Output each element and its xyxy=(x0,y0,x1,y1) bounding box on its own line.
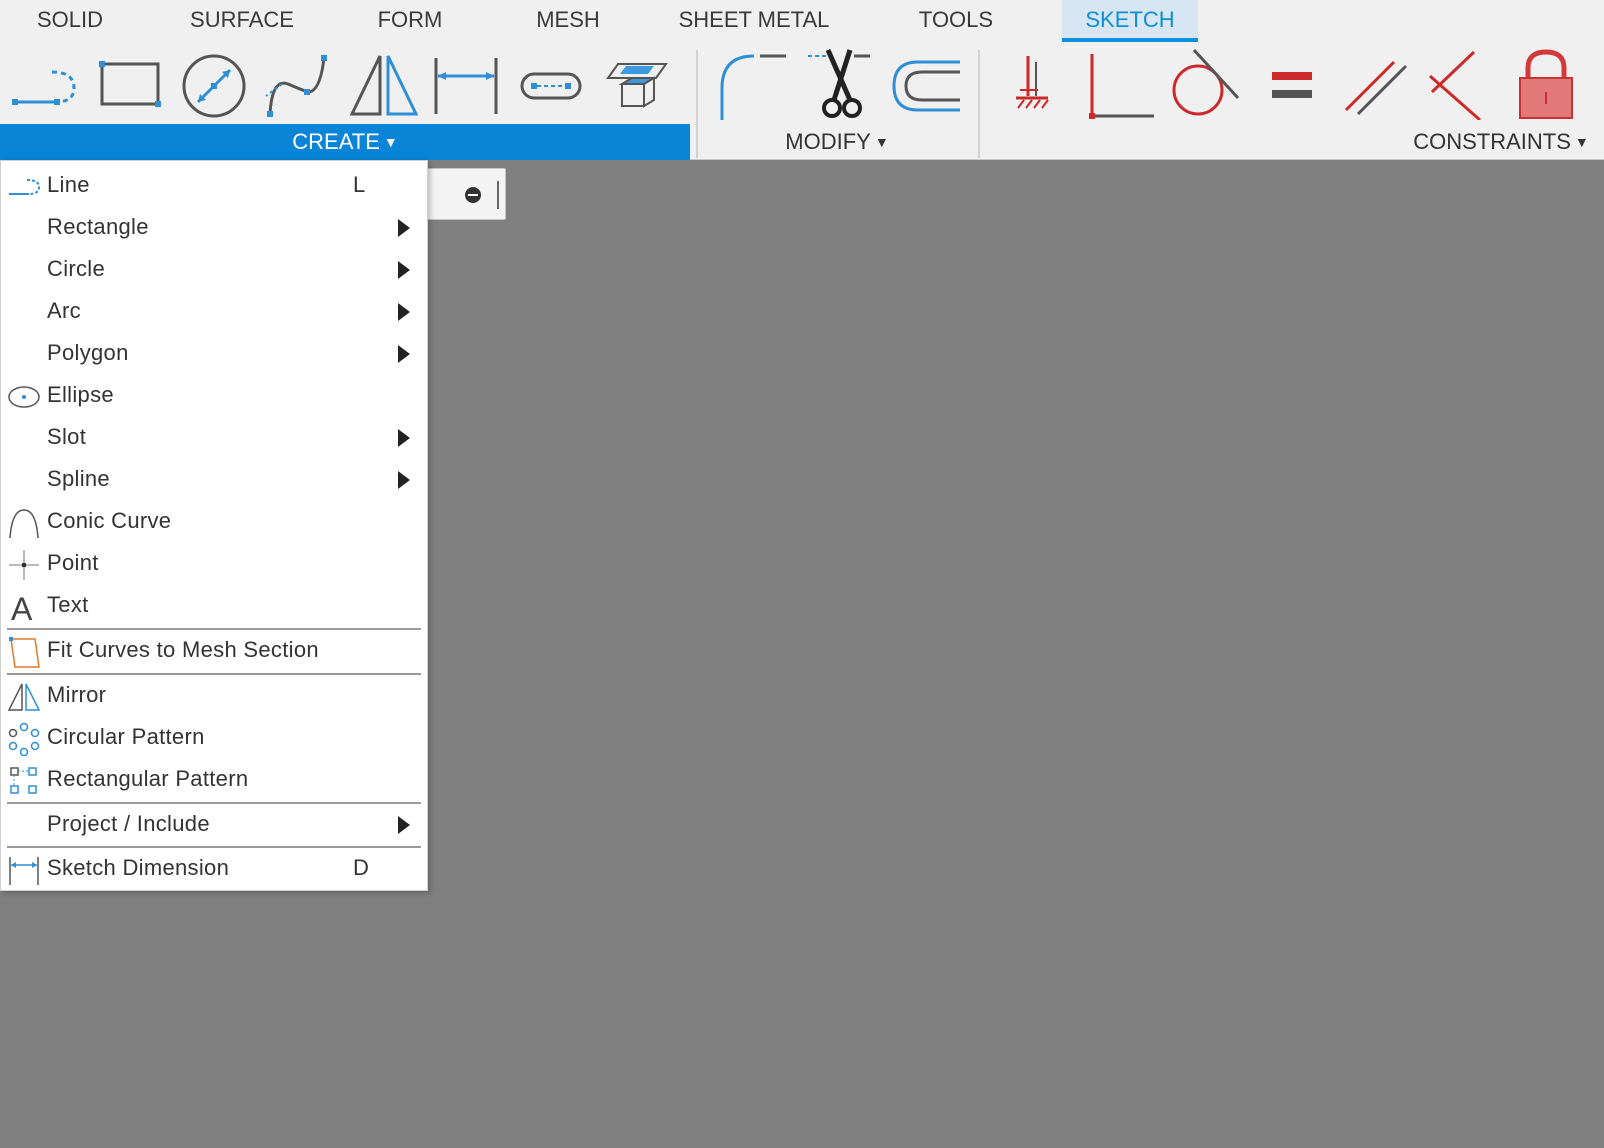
menu-item-sketch-dimension[interactable]: Sketch Dimension D xyxy=(1,848,429,890)
mirror-icon xyxy=(7,680,41,714)
tab-form[interactable]: FORM xyxy=(360,0,460,42)
dropdown-caret-icon: ▼ xyxy=(383,134,398,150)
create-dropdown-menu: Line L Rectangle Circle Arc Polygon Elli… xyxy=(0,160,428,891)
rectangular-pattern-icon xyxy=(7,764,41,798)
line-icon xyxy=(7,170,41,204)
mirror-tool-icon[interactable] xyxy=(348,48,420,120)
offset-tool-icon[interactable] xyxy=(890,48,962,120)
tangent-constraint-icon[interactable] xyxy=(1168,48,1240,120)
menu-item-conic-curve[interactable]: Conic Curve xyxy=(1,501,429,543)
grip-handle[interactable] xyxy=(497,181,499,209)
submenu-arrow-icon xyxy=(398,219,410,237)
submenu-arrow-icon xyxy=(398,816,410,834)
coincident-constraint-icon[interactable] xyxy=(1424,48,1496,120)
tab-tools[interactable]: TOOLS xyxy=(906,0,1006,42)
svg-text:A: A xyxy=(11,591,33,624)
trim-tool-icon[interactable] xyxy=(804,48,876,120)
line-tool-icon[interactable] xyxy=(8,48,80,120)
menu-item-project-include[interactable]: Project / Include xyxy=(1,804,429,846)
menu-item-line[interactable]: Line L xyxy=(1,165,429,207)
menu-item-fit-curves[interactable]: Fit Curves to Mesh Section xyxy=(1,630,429,672)
point-icon xyxy=(7,548,41,582)
circle-tool-icon[interactable] xyxy=(178,48,250,120)
fillet-tool-icon[interactable] xyxy=(716,48,788,120)
modify-menu-button[interactable]: MODIFY ▼ xyxy=(752,124,922,160)
tab-mesh[interactable]: MESH xyxy=(518,0,618,42)
submenu-arrow-icon xyxy=(398,303,410,321)
spline-tool-icon[interactable] xyxy=(262,48,334,120)
perpendicular-constraint-icon[interactable] xyxy=(1084,48,1156,120)
menu-item-ellipse[interactable]: Ellipse xyxy=(1,375,429,417)
ribbon-separator xyxy=(696,50,698,158)
menu-item-polygon[interactable]: Polygon xyxy=(1,333,429,375)
dropdown-caret-icon: ▼ xyxy=(874,134,889,150)
slot-tool-icon[interactable] xyxy=(514,48,586,120)
tab-surface[interactable]: SURFACE xyxy=(180,0,304,42)
menu-item-circular-pattern[interactable]: Circular Pattern xyxy=(1,717,429,759)
submenu-arrow-icon xyxy=(398,471,410,489)
constraints-menu-button[interactable]: CONSTRAINTS ▼ xyxy=(1406,124,1596,160)
menu-item-circle[interactable]: Circle xyxy=(1,249,429,291)
menu-item-mirror[interactable]: Mirror xyxy=(1,675,429,717)
project-tool-icon[interactable] xyxy=(604,48,676,120)
menu-item-text[interactable]: A Text xyxy=(1,585,429,627)
ribbon-separator xyxy=(978,50,980,158)
sketch-dimension-icon xyxy=(7,853,41,887)
submenu-arrow-icon xyxy=(398,345,410,363)
submenu-arrow-icon xyxy=(398,429,410,447)
create-menu-button[interactable]: CREATE ▼ xyxy=(0,124,690,160)
collapse-icon[interactable] xyxy=(465,187,481,203)
equal-constraint-icon[interactable] xyxy=(1256,48,1328,120)
text-icon: A xyxy=(7,590,41,627)
submenu-arrow-icon xyxy=(398,261,410,279)
menu-item-arc[interactable]: Arc xyxy=(1,291,429,333)
sketch-ribbon: CREATE ▼ MODIFY ▼ CONSTRAINTS ▼ xyxy=(0,42,1604,160)
lock-icon[interactable] xyxy=(1510,48,1582,120)
rectangle-tool-icon[interactable] xyxy=(92,48,164,120)
parallel-constraint-icon[interactable] xyxy=(1340,48,1412,120)
tab-sketch[interactable]: SKETCH xyxy=(1062,0,1198,42)
fix-constraint-icon[interactable] xyxy=(998,48,1070,120)
menu-item-point[interactable]: Point xyxy=(1,543,429,585)
tab-solid[interactable]: SOLID xyxy=(14,0,126,42)
ellipse-icon xyxy=(7,380,41,414)
menu-item-spline[interactable]: Spline xyxy=(1,459,429,501)
sketch-palette-toggle[interactable] xyxy=(420,168,506,220)
menu-item-rectangle[interactable]: Rectangle xyxy=(1,207,429,249)
circular-pattern-icon xyxy=(7,722,41,757)
workspace-tab-bar: SOLID SURFACE FORM MESH SHEET METAL TOOL… xyxy=(0,0,1604,42)
conic-curve-icon xyxy=(7,506,41,540)
dropdown-caret-icon: ▼ xyxy=(1574,134,1589,150)
fit-curves-icon xyxy=(7,635,41,669)
dimension-tool-icon[interactable] xyxy=(430,48,502,120)
tab-sheet-metal[interactable]: SHEET METAL xyxy=(672,0,836,42)
menu-item-slot[interactable]: Slot xyxy=(1,417,429,459)
menu-item-rectangular-pattern[interactable]: Rectangular Pattern xyxy=(1,759,429,801)
